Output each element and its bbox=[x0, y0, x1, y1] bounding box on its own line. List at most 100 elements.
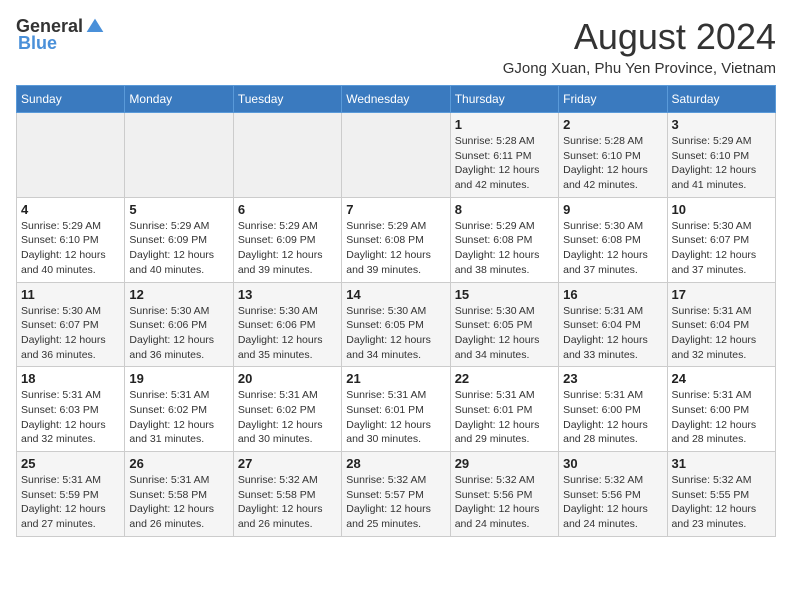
month-year-title: August 2024 bbox=[503, 16, 776, 58]
day-info: Sunrise: 5:31 AM Sunset: 6:04 PM Dayligh… bbox=[563, 304, 662, 363]
day-info: Sunrise: 5:29 AM Sunset: 6:10 PM Dayligh… bbox=[672, 134, 771, 193]
day-info: Sunrise: 5:28 AM Sunset: 6:11 PM Dayligh… bbox=[455, 134, 554, 193]
day-number: 23 bbox=[563, 371, 662, 386]
day-info: Sunrise: 5:31 AM Sunset: 6:00 PM Dayligh… bbox=[563, 388, 662, 447]
day-info: Sunrise: 5:30 AM Sunset: 6:06 PM Dayligh… bbox=[129, 304, 228, 363]
day-info: Sunrise: 5:32 AM Sunset: 5:56 PM Dayligh… bbox=[455, 473, 554, 532]
day-info: Sunrise: 5:30 AM Sunset: 6:06 PM Dayligh… bbox=[238, 304, 337, 363]
day-info: Sunrise: 5:31 AM Sunset: 6:01 PM Dayligh… bbox=[346, 388, 445, 447]
day-number: 1 bbox=[455, 117, 554, 132]
day-number: 20 bbox=[238, 371, 337, 386]
day-number: 4 bbox=[21, 202, 120, 217]
calendar-cell: 11 Sunrise: 5:30 AM Sunset: 6:07 PM Dayli… bbox=[17, 282, 125, 367]
day-info: Sunrise: 5:31 AM Sunset: 5:58 PM Dayligh… bbox=[129, 473, 228, 532]
calendar-header-row: SundayMondayTuesdayWednesdayThursdayFrid… bbox=[17, 86, 776, 113]
day-number: 12 bbox=[129, 287, 228, 302]
title-area: August 2024 GJong Xuan, Phu Yen Province… bbox=[503, 16, 776, 77]
calendar-cell: 17Sunrise: 5:31 AM Sunset: 6:04 PM Dayli… bbox=[667, 282, 775, 367]
day-number: 16 bbox=[563, 287, 662, 302]
calendar-cell: 28Sunrise: 5:32 AM Sunset: 5:57 PM Dayli… bbox=[342, 452, 450, 537]
calendar-cell: 1 Sunrise: 5:28 AM Sunset: 6:11 PM Daylig… bbox=[450, 113, 558, 198]
calendar-cell bbox=[342, 113, 450, 198]
day-number: 21 bbox=[346, 371, 445, 386]
day-number: 17 bbox=[672, 287, 771, 302]
calendar-cell bbox=[17, 113, 125, 198]
calendar-cell: 19 Sunrise: 5:31 AM Sunset: 6:02 PM Dayli… bbox=[125, 367, 233, 452]
day-info: Sunrise: 5:32 AM Sunset: 5:58 PM Dayligh… bbox=[238, 473, 337, 532]
calendar-week-1: 1 Sunrise: 5:28 AM Sunset: 6:11 PM Daylig… bbox=[17, 113, 776, 198]
day-info: Sunrise: 5:29 AM Sunset: 6:08 PM Dayligh… bbox=[346, 219, 445, 278]
day-info: Sunrise: 5:29 AM Sunset: 6:09 PM Dayligh… bbox=[238, 219, 337, 278]
day-number: 9 bbox=[563, 202, 662, 217]
day-number: 27 bbox=[238, 456, 337, 471]
column-header-sunday: Sunday bbox=[17, 86, 125, 113]
calendar-cell: 24Sunrise: 5:31 AM Sunset: 6:00 PM Dayli… bbox=[667, 367, 775, 452]
day-info: Sunrise: 5:30 AM Sunset: 6:05 PM Dayligh… bbox=[455, 304, 554, 363]
day-number: 14 bbox=[346, 287, 445, 302]
day-number: 5 bbox=[129, 202, 228, 217]
logo-icon bbox=[85, 17, 105, 37]
calendar-cell bbox=[125, 113, 233, 198]
day-info: Sunrise: 5:31 AM Sunset: 5:59 PM Dayligh… bbox=[21, 473, 120, 532]
calendar-cell: 31Sunrise: 5:32 AM Sunset: 5:55 PM Dayli… bbox=[667, 452, 775, 537]
calendar-cell: 23 Sunrise: 5:31 AM Sunset: 6:00 PM Dayli… bbox=[559, 367, 667, 452]
calendar-cell: 15Sunrise: 5:30 AM Sunset: 6:05 PM Dayli… bbox=[450, 282, 558, 367]
column-header-monday: Monday bbox=[125, 86, 233, 113]
logo-area: General Blue bbox=[16, 16, 105, 54]
day-info: Sunrise: 5:30 AM Sunset: 6:05 PM Dayligh… bbox=[346, 304, 445, 363]
day-info: Sunrise: 5:29 AM Sunset: 6:09 PM Dayligh… bbox=[129, 219, 228, 278]
calendar-cell: 12 Sunrise: 5:30 AM Sunset: 6:06 PM Dayli… bbox=[125, 282, 233, 367]
calendar-cell: 10Sunrise: 5:30 AM Sunset: 6:07 PM Dayli… bbox=[667, 197, 775, 282]
calendar-cell bbox=[233, 113, 341, 198]
calendar-cell: 8Sunrise: 5:29 AM Sunset: 6:08 PM Daylig… bbox=[450, 197, 558, 282]
calendar-week-2: 4 Sunrise: 5:29 AM Sunset: 6:10 PM Daylig… bbox=[17, 197, 776, 282]
calendar-cell: 29 Sunrise: 5:32 AM Sunset: 5:56 PM Dayli… bbox=[450, 452, 558, 537]
calendar-week-4: 18 Sunrise: 5:31 AM Sunset: 6:03 PM Dayli… bbox=[17, 367, 776, 452]
calendar-cell: 14 Sunrise: 5:30 AM Sunset: 6:05 PM Dayli… bbox=[342, 282, 450, 367]
calendar-cell: 18 Sunrise: 5:31 AM Sunset: 6:03 PM Dayli… bbox=[17, 367, 125, 452]
calendar-table: SundayMondayTuesdayWednesdayThursdayFrid… bbox=[16, 85, 776, 537]
calendar-cell: 25 Sunrise: 5:31 AM Sunset: 5:59 PM Dayli… bbox=[17, 452, 125, 537]
calendar-cell: 9Sunrise: 5:30 AM Sunset: 6:08 PM Daylig… bbox=[559, 197, 667, 282]
day-number: 18 bbox=[21, 371, 120, 386]
column-header-thursday: Thursday bbox=[450, 86, 558, 113]
day-info: Sunrise: 5:31 AM Sunset: 6:02 PM Dayligh… bbox=[129, 388, 228, 447]
calendar-cell: 5 Sunrise: 5:29 AM Sunset: 6:09 PM Daylig… bbox=[125, 197, 233, 282]
column-header-wednesday: Wednesday bbox=[342, 86, 450, 113]
calendar-cell: 7 Sunrise: 5:29 AM Sunset: 6:08 PM Daylig… bbox=[342, 197, 450, 282]
day-number: 10 bbox=[672, 202, 771, 217]
calendar-cell: 21 Sunrise: 5:31 AM Sunset: 6:01 PM Dayli… bbox=[342, 367, 450, 452]
calendar-cell: 4 Sunrise: 5:29 AM Sunset: 6:10 PM Daylig… bbox=[17, 197, 125, 282]
day-number: 29 bbox=[455, 456, 554, 471]
day-number: 2 bbox=[563, 117, 662, 132]
day-number: 6 bbox=[238, 202, 337, 217]
day-info: Sunrise: 5:30 AM Sunset: 6:07 PM Dayligh… bbox=[21, 304, 120, 363]
calendar-cell: 13 Sunrise: 5:30 AM Sunset: 6:06 PM Dayli… bbox=[233, 282, 341, 367]
calendar-week-5: 25 Sunrise: 5:31 AM Sunset: 5:59 PM Dayli… bbox=[17, 452, 776, 537]
day-number: 26 bbox=[129, 456, 228, 471]
day-number: 25 bbox=[21, 456, 120, 471]
logo-blue-text: Blue bbox=[18, 33, 57, 54]
day-number: 11 bbox=[21, 287, 120, 302]
day-number: 31 bbox=[672, 456, 771, 471]
calendar-cell: 30Sunrise: 5:32 AM Sunset: 5:56 PM Dayli… bbox=[559, 452, 667, 537]
day-number: 7 bbox=[346, 202, 445, 217]
day-info: Sunrise: 5:32 AM Sunset: 5:57 PM Dayligh… bbox=[346, 473, 445, 532]
day-number: 13 bbox=[238, 287, 337, 302]
day-info: Sunrise: 5:31 AM Sunset: 6:03 PM Dayligh… bbox=[21, 388, 120, 447]
calendar-cell: 26 Sunrise: 5:31 AM Sunset: 5:58 PM Dayli… bbox=[125, 452, 233, 537]
calendar-cell: 27 Sunrise: 5:32 AM Sunset: 5:58 PM Dayli… bbox=[233, 452, 341, 537]
calendar-cell: 20Sunrise: 5:31 AM Sunset: 6:02 PM Dayli… bbox=[233, 367, 341, 452]
calendar-week-3: 11 Sunrise: 5:30 AM Sunset: 6:07 PM Dayli… bbox=[17, 282, 776, 367]
day-number: 22 bbox=[455, 371, 554, 386]
column-header-tuesday: Tuesday bbox=[233, 86, 341, 113]
calendar-cell: 3Sunrise: 5:29 AM Sunset: 6:10 PM Daylig… bbox=[667, 113, 775, 198]
day-info: Sunrise: 5:32 AM Sunset: 5:56 PM Dayligh… bbox=[563, 473, 662, 532]
column-header-saturday: Saturday bbox=[667, 86, 775, 113]
day-number: 24 bbox=[672, 371, 771, 386]
day-number: 19 bbox=[129, 371, 228, 386]
page-header: General Blue August 2024 GJong Xuan, Phu… bbox=[16, 16, 776, 77]
location-subtitle: GJong Xuan, Phu Yen Province, Vietnam bbox=[503, 60, 776, 77]
day-info: Sunrise: 5:29 AM Sunset: 6:10 PM Dayligh… bbox=[21, 219, 120, 278]
day-info: Sunrise: 5:31 AM Sunset: 6:01 PM Dayligh… bbox=[455, 388, 554, 447]
